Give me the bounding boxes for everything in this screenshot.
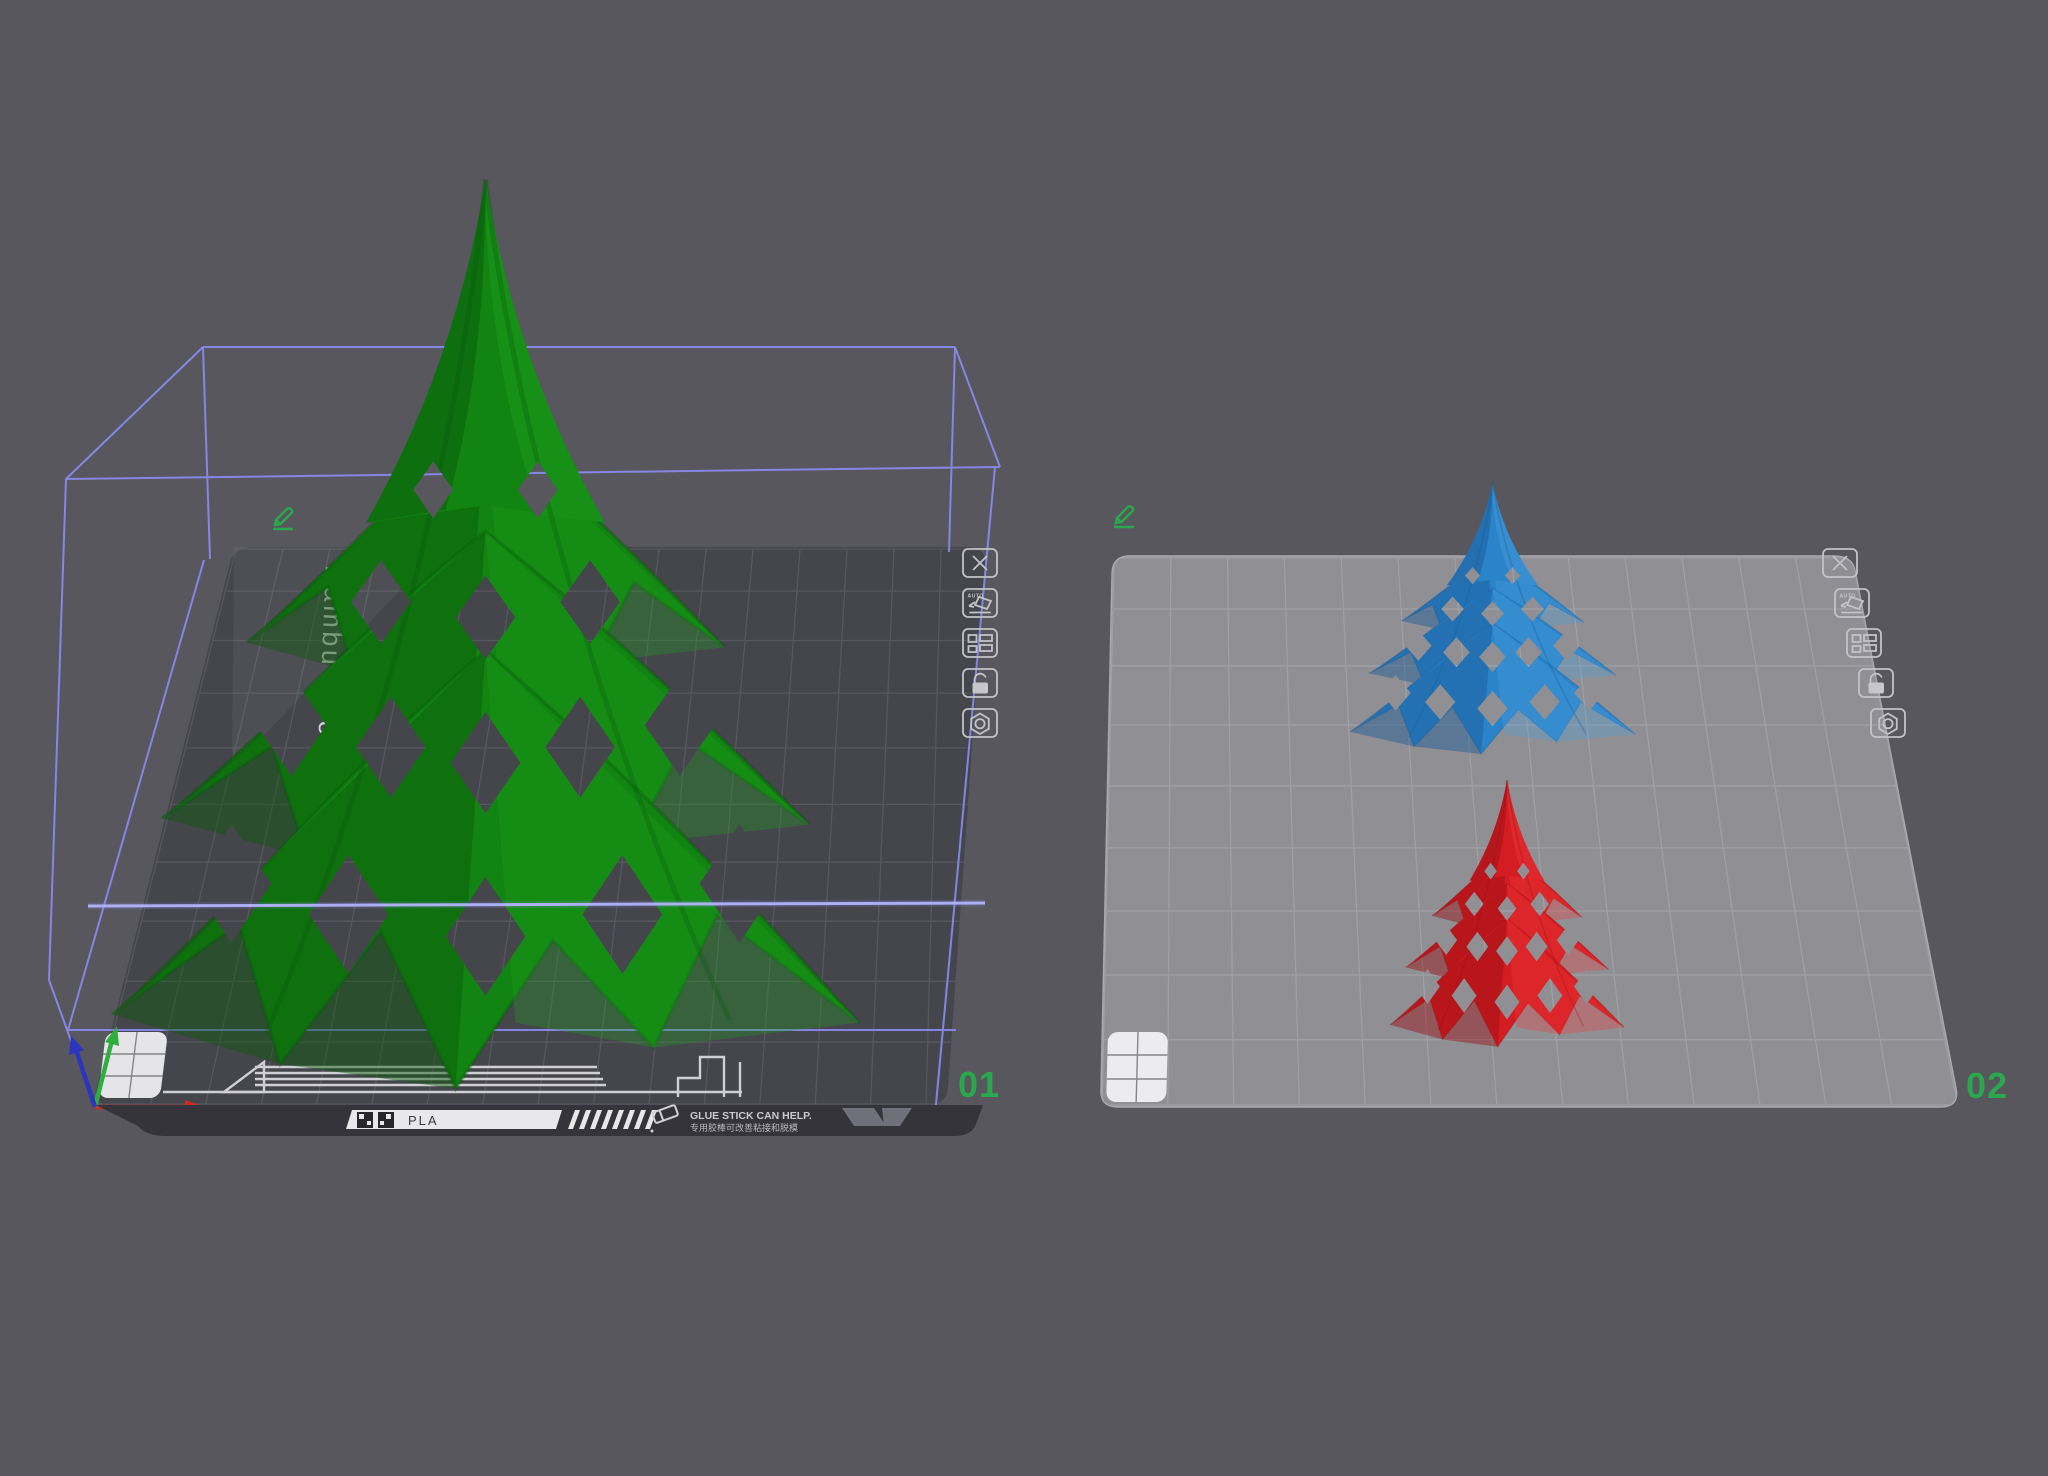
glue-hint-zh: 专用胶棒可改善粘接和脱模: [690, 1122, 798, 1133]
plate-01-front-strip: PLA GLUE STICK CAN HELP. 专用胶棒可改善粘接和脱模: [96, 1105, 983, 1136]
build-volume-front-edge: [88, 903, 985, 906]
plate-01-label: 01: [958, 1064, 1000, 1105]
filament-tag: PLA: [408, 1113, 439, 1128]
plate-02-origin-marker: [1106, 1032, 1168, 1102]
slicer-3d-viewport[interactable]: AUTO: [0, 0, 2048, 1476]
plate-02-label: 02: [1966, 1065, 2008, 1106]
glue-hint-en: GLUE STICK CAN HELP.: [690, 1110, 812, 1122]
